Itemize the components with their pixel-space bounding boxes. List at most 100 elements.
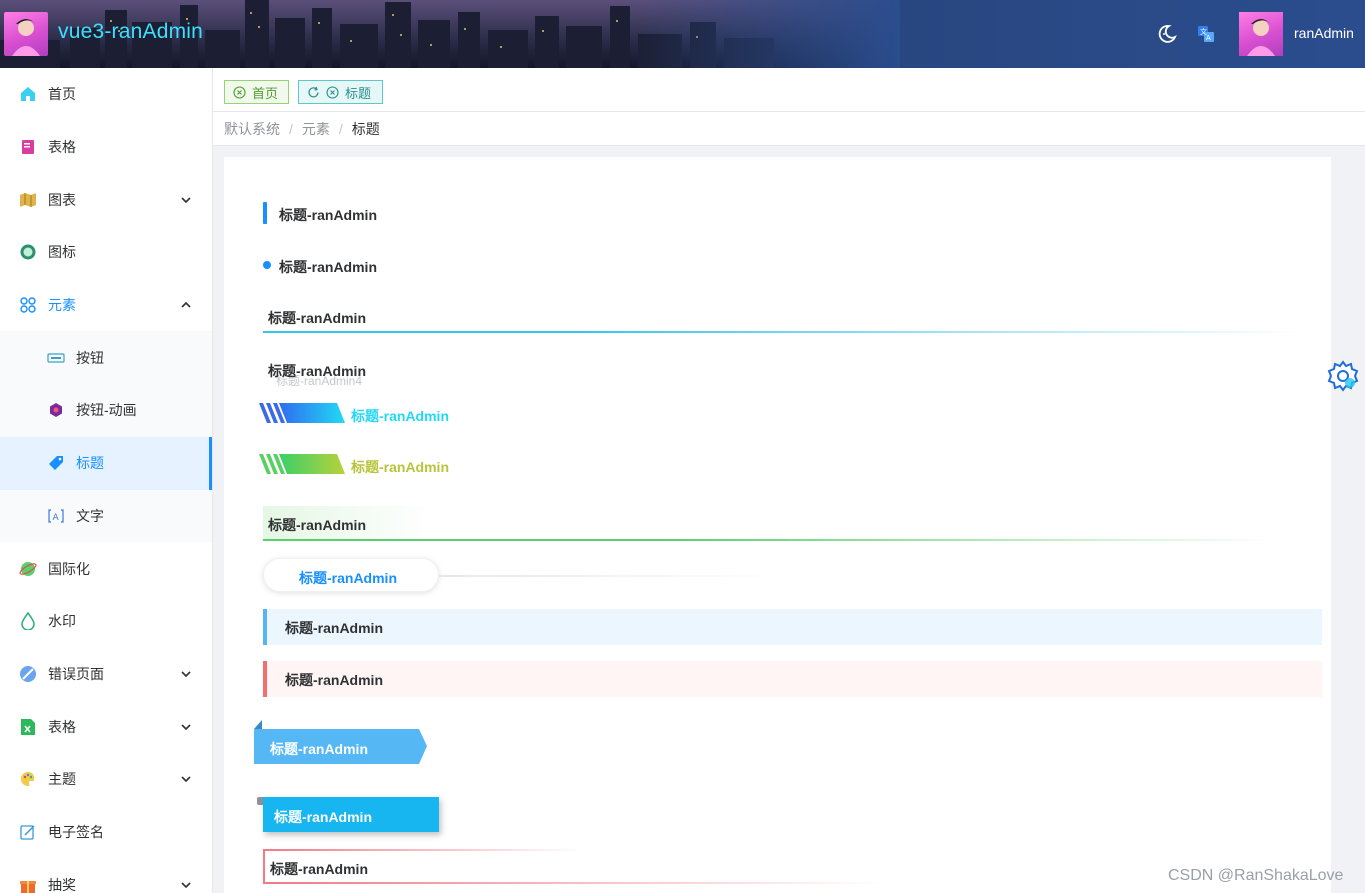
translate-icon[interactable]: 文A [1194, 22, 1218, 46]
app-title: vue3-ranAdmin [58, 20, 204, 43]
close-circle-icon[interactable] [233, 85, 246, 99]
sidebar-item-label: 文字 [76, 507, 104, 524]
hexagon-icon [46, 400, 66, 420]
title-dot-marker [263, 261, 271, 269]
globe-icon [18, 559, 38, 579]
tab-label: 标题 [345, 85, 372, 101]
sidebar-item-chart[interactable]: 图表 [0, 173, 212, 226]
title-style-2: 标题-ranAdmin [279, 259, 377, 275]
excel-icon [18, 717, 38, 737]
title-style-1: 标题-ranAdmin [279, 207, 377, 223]
breadcrumb-item-current: 标题 [351, 120, 380, 137]
title-style-4: 标题-ranAdmin [268, 363, 366, 379]
title-pink-left [263, 849, 265, 884]
stripe-banner-green [259, 454, 345, 474]
gift-icon [18, 875, 38, 893]
map-icon [18, 190, 38, 210]
breadcrumb: 默认系统 / 元素 / 标题 [213, 112, 1365, 146]
sidebar-item-label: 抽奖 [48, 876, 76, 893]
chevron-down-icon [181, 882, 191, 888]
sidebar-item-label: 按钮-动画 [76, 402, 137, 419]
sidebar-item-excel[interactable]: 表格 [0, 700, 212, 753]
chevron-down-icon [181, 671, 191, 678]
title-style-13: 标题-ranAdmin [270, 861, 368, 877]
drop-icon [18, 611, 38, 631]
chevron-up-icon [181, 301, 191, 308]
sidebar-item-label: 图标 [48, 244, 76, 261]
title-style-5: 标题-ranAdmin [351, 408, 449, 424]
sidebar-item-label: 表格 [48, 718, 76, 735]
stripe-banner-cyan [259, 403, 345, 423]
sign-icon [18, 822, 38, 842]
top-header: vue3-ranAdmin 文A ranAdmin [0, 0, 1365, 68]
title-underline [263, 331, 1303, 333]
sidebar-item-button[interactable]: 按钮 [0, 331, 212, 385]
logo-avatar [4, 12, 48, 56]
sidebar-item-label: 电子签名 [48, 823, 104, 840]
sidebar-item-lottery[interactable]: 抽奖 [0, 858, 212, 893]
title-green-underline [263, 539, 1273, 541]
title-blue-box [263, 609, 1322, 645]
title-red-box [263, 661, 1322, 697]
sidebar-item-home[interactable]: 首页 [0, 68, 212, 121]
title-style-11: 标题-ranAdmin [270, 741, 368, 757]
title-style-8: 标题-ranAdmin [299, 570, 397, 586]
close-circle-icon[interactable] [326, 85, 339, 99]
title-bar-marker [263, 202, 267, 224]
sidebar-item-elements[interactable]: 元素 [0, 279, 212, 332]
sidebar-item-theme[interactable]: 主题 [0, 753, 212, 806]
user-name[interactable]: ranAdmin [1294, 25, 1354, 41]
sidebar-item-watermark[interactable]: 水印 [0, 595, 212, 648]
svg-text:A: A [1206, 35, 1211, 42]
sidebar-item-i18n[interactable]: 国际化 [0, 542, 212, 595]
sidebar-item-error-pages[interactable]: 错误页面 [0, 648, 212, 701]
breadcrumb-item[interactable]: 元素 [302, 119, 330, 139]
text-icon: A [46, 506, 66, 526]
sidebar-item-label: 按钮 [76, 349, 104, 366]
sidebar-item-text[interactable]: A 文字 [0, 489, 212, 543]
chevron-down-icon [181, 724, 191, 730]
settings-fab[interactable] [1326, 359, 1360, 393]
command-icon [18, 295, 38, 315]
sidebar-item-signature[interactable]: 电子签名 [0, 806, 212, 859]
badge-icon [18, 242, 38, 262]
home-icon [18, 84, 38, 104]
moon-icon[interactable] [1155, 22, 1179, 46]
sidebar-item-label: 水印 [48, 613, 76, 630]
title-style-6: 标题-ranAdmin [351, 459, 449, 475]
error-icon [18, 664, 38, 684]
refresh-icon[interactable] [307, 86, 320, 99]
title-style-10: 标题-ranAdmin [285, 672, 383, 688]
sidebar-item-label: 元素 [48, 297, 76, 314]
sidebar-item-label: 图表 [48, 191, 76, 208]
sidebar-item-label: 表格 [48, 139, 76, 156]
title-pink-bottom [263, 882, 883, 884]
breadcrumb-separator: / [338, 120, 343, 137]
tab-title[interactable]: 标题 [298, 80, 383, 104]
title-pink-top [263, 849, 583, 851]
title-style-9: 标题-ranAdmin [285, 620, 383, 636]
breadcrumb-item[interactable]: 默认系统 [224, 119, 280, 139]
tab-home[interactable]: 首页 [224, 80, 289, 104]
sidebar-item-label: 首页 [48, 86, 76, 103]
user-avatar[interactable] [1239, 12, 1283, 56]
chevron-down-icon [181, 197, 191, 203]
sidebar-item-label: 主题 [48, 771, 76, 788]
sidebar-item-title[interactable]: 标题 [0, 436, 212, 490]
tabs-bar: 首页 标题 [213, 68, 1365, 112]
palette-icon [18, 769, 38, 789]
sidebar-item-button-animation[interactable]: 按钮-动画 [0, 384, 212, 437]
sidebar-item-label: 国际化 [48, 560, 90, 577]
sidebar-item-label: 标题 [76, 455, 104, 472]
tab-label: 首页 [252, 85, 279, 101]
title-pill-line [439, 575, 784, 577]
tag-icon [46, 453, 66, 473]
gear-icon [1327, 360, 1359, 392]
title-showcase-panel: 标题-ranAdmin 标题-ranAdmin 标题-ranAdmin 标题-r… [224, 157, 1331, 893]
btn-icon [46, 348, 66, 368]
sidebar-item-icons[interactable]: 图标 [0, 226, 212, 279]
title-style-3: 标题-ranAdmin [268, 310, 366, 326]
sidebar-item-table[interactable]: 表格 [0, 121, 212, 174]
title-style-12: 标题-ranAdmin [274, 809, 372, 825]
sidebar-menu: 首页 表格 图表 图标 元素 按钮 按钮-动画 标题 A 文字 国际化 水印 错… [0, 68, 213, 893]
